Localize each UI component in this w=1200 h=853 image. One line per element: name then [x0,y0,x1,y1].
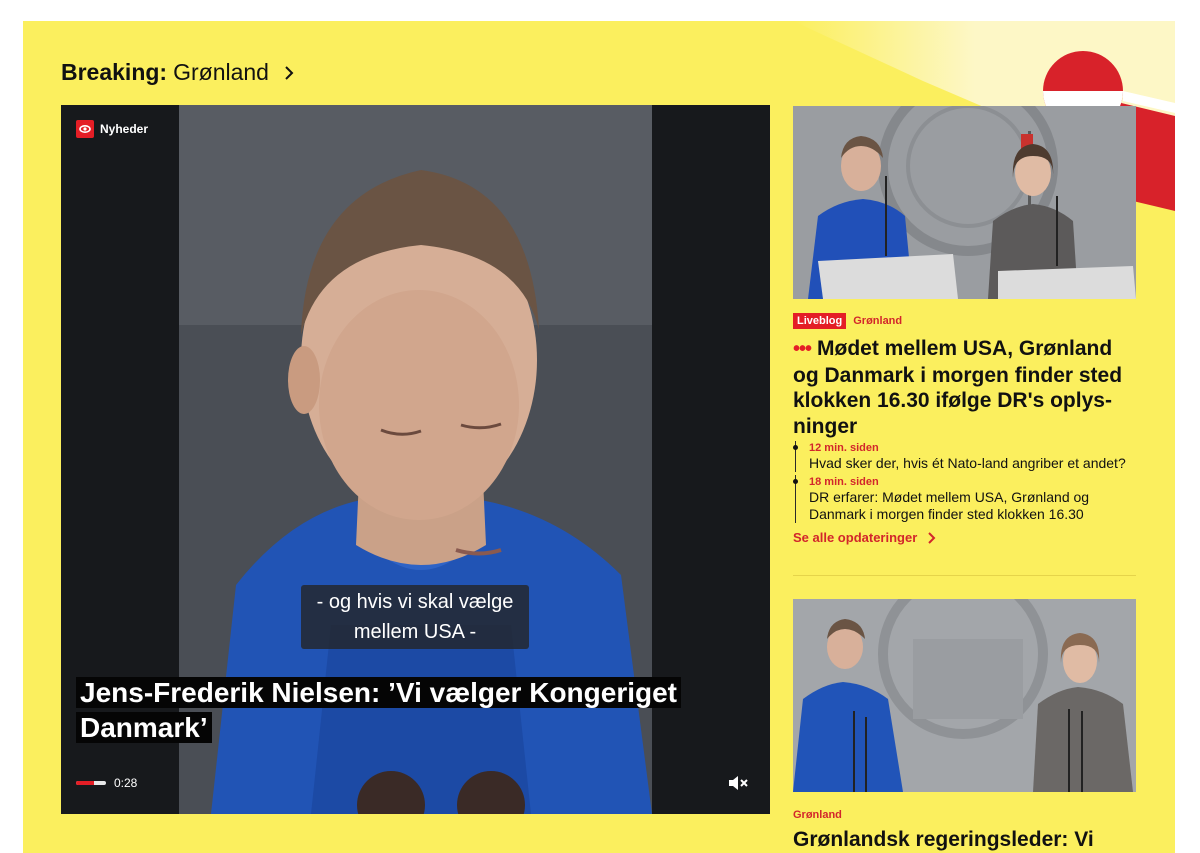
liveblog-badge: Liveblog [793,313,847,329]
timeline-dot [793,445,798,450]
video-progress-fill [76,781,94,785]
chevron-right-icon [285,65,294,80]
dr-logo-icon [76,120,94,138]
update-text: DR erfarer: Mødet mellem USA, Grønland o… [809,489,1090,522]
video-title-line-2: Danmark’ [76,712,212,743]
mute-icon[interactable] [727,773,749,793]
chevron-right-icon [928,531,936,544]
video-title[interactable]: Jens-Frederik Nielsen: ’Vi vælger Konger… [76,675,696,745]
breaking-panel: Breaking: Grønland Nyheder - og hvis vi … [23,21,1175,853]
see-all-label: Se alle opdateringer [793,530,918,545]
live-indicator-icon: ••• [793,338,812,360]
article-image[interactable] [793,599,1136,792]
breaking-link[interactable]: Breaking: Grønland [61,59,297,86]
subtitle-line-2: mellem USA - [353,621,477,643]
video-title-line-1: Jens-Frederik Nielsen: ’Vi vælger Konger… [76,677,682,708]
liveblog-image[interactable] [793,106,1136,299]
see-all-updates-link[interactable]: Se alle opdateringer [793,530,937,545]
article-headline[interactable]: Grønlandsk regeringsleder: Vi [793,827,1138,852]
liveblog-update[interactable]: 18 min. siden DR erfarer: Mødet mellem U… [793,475,1136,523]
liveblog-category[interactable]: Grønland [853,315,902,327]
liveblog-update[interactable]: 12 min. siden Hvad sker der, hvis ét Nat… [793,441,1136,472]
article-category[interactable]: Grønland [793,809,842,821]
channel-name: Nyheder [100,122,149,136]
breaking-label: Breaking: [61,59,168,85]
liveblog-updates: 12 min. siden Hvad sker der, hvis ét Nat… [793,441,1136,526]
liveblog-tags: Liveblog Grønland [793,313,902,329]
liveblog-headline-text: Mødet mellem USA, Grønland og Danmark i … [793,337,1123,438]
timeline-dot [793,479,798,484]
divider [793,575,1136,576]
breaking-topic: Grønland [173,59,269,85]
video-subtitle: - og hvis vi skal vælge mellem USA - [301,585,529,649]
video-progress-bar[interactable] [76,781,106,785]
update-time: 12 min. siden [809,442,879,454]
video-time: 0:28 [114,776,138,790]
channel-logo: Nyheder [76,120,148,138]
video-player[interactable]: Nyheder - og hvis vi skal vælge mellem U… [61,105,770,814]
subtitle-line-1: - og hvis vi skal vælge [316,591,514,613]
update-time: 18 min. siden [809,476,879,488]
update-text: Hvad sker der, hvis ét Nato-land angribe… [809,455,1126,471]
liveblog-headline[interactable]: ••• Mødet mellem USA, Grønland og Danmark… [793,336,1138,439]
